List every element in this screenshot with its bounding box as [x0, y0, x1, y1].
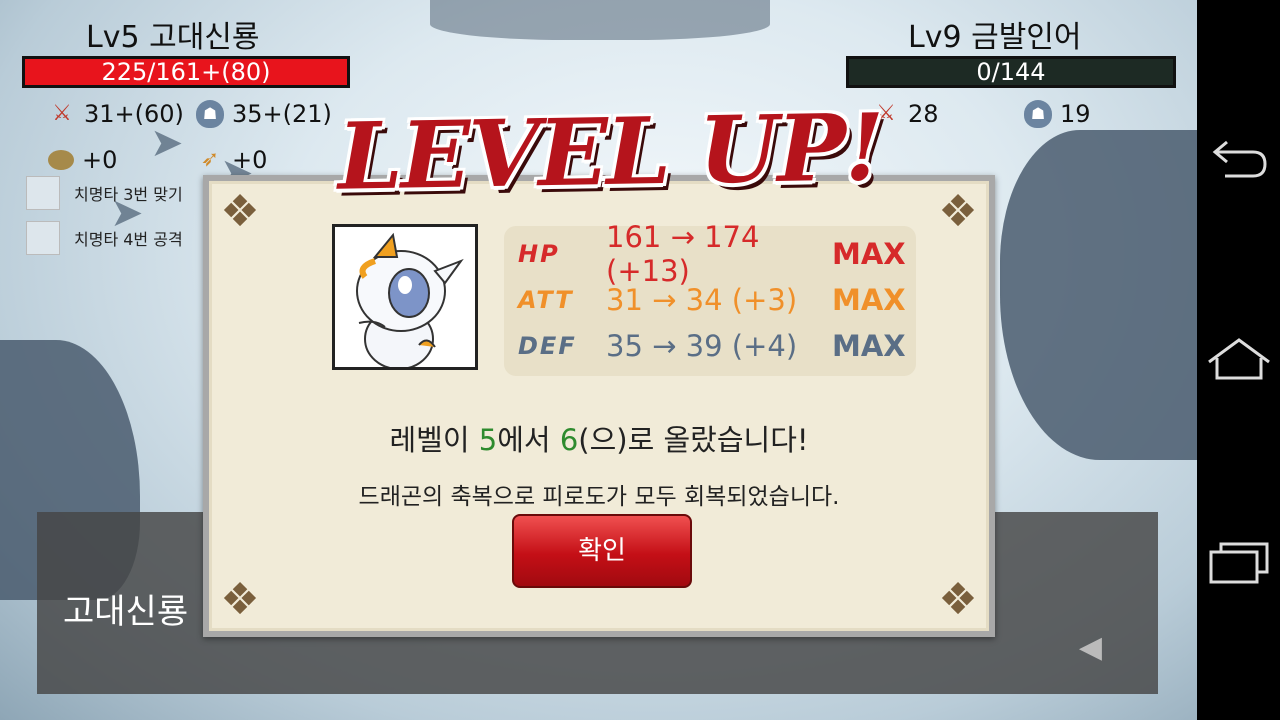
player-feather: ➶ +0: [196, 146, 268, 174]
level-message-suffix: (으)로 올랐습니다!: [578, 423, 809, 457]
skill-checkbox[interactable]: [26, 176, 60, 210]
skill-label: 치명타 4번 공격: [74, 230, 183, 249]
player-hp-bar: 225/161+(80): [22, 56, 350, 88]
stat-max: MAX: [832, 283, 906, 317]
stat-change-box: HP 161 → 174 (+13) MAX ATT 31 → 34 (+3) …: [504, 220, 916, 376]
level-up-title: LEVEL UP!: [336, 93, 884, 211]
player-attack: ⚔ 31+(60): [48, 100, 184, 128]
stat-row-hp: HP 161 → 174 (+13) MAX: [518, 220, 908, 288]
enemy-defense: ☗ 19: [1024, 100, 1091, 128]
skill-option[interactable]: 치명타 4번 공격: [26, 221, 183, 255]
enemy-hp-bar: 0/144: [846, 56, 1176, 88]
ornament-icon: ❖: [220, 186, 260, 237]
skill-label: 치명타 3번 맞기: [74, 185, 183, 204]
shield-icon: ☗: [1024, 100, 1052, 128]
to-level: 6: [559, 423, 579, 457]
confirm-button[interactable]: 확인: [512, 514, 692, 588]
sword-icon: ⚔: [52, 101, 72, 126]
level-up-dialog: ❖ ❖ ❖ ❖ HP 161 → 174 (+13) MAX ATT 31 → …: [203, 175, 995, 637]
background-rock: [1000, 130, 1197, 460]
recents-icon: [1209, 542, 1268, 584]
player-feather-value: +0: [232, 146, 268, 174]
player-hp-text: 225/161+(80): [101, 58, 271, 86]
enemy-hp-text: 0/144: [976, 58, 1046, 86]
skill-option[interactable]: 치명타 3번 맞기: [26, 176, 183, 210]
stat-change: 31 → 34 (+3): [606, 283, 798, 317]
player-seed-value: +0: [82, 146, 118, 174]
stat-change: 35 → 39 (+4): [606, 329, 798, 363]
player-defense-value: 35+(21): [232, 100, 332, 128]
seed-icon: [48, 150, 74, 170]
stat-row-def: DEF 35 → 39 (+4) MAX: [518, 326, 908, 366]
player-attack-value: 31+(60): [84, 100, 184, 128]
bottom-panel-name: 고대신룡: [63, 592, 189, 632]
shield-icon: ☗: [196, 100, 224, 128]
skill-checkbox[interactable]: [26, 221, 60, 255]
level-message-prefix: 레벨이: [389, 423, 479, 457]
fatigue-message: 드래곤의 축복으로 피로도가 모두 회복되었습니다.: [358, 484, 840, 510]
player-name: Lv5 고대신룡: [86, 20, 260, 55]
player-defense: ☗ 35+(21): [196, 100, 332, 128]
from-level: 5: [478, 423, 498, 457]
stat-label: DEF: [518, 332, 577, 360]
stat-label: ATT: [518, 286, 574, 314]
level-message-middle: 에서: [497, 423, 560, 457]
prev-arrow-icon[interactable]: ◀: [1079, 630, 1102, 665]
ornament-icon: ❖: [938, 574, 978, 625]
enemy-name: Lv9 금발인어: [908, 20, 1082, 55]
player-seed: +0: [48, 146, 117, 174]
dragon-portrait: [332, 224, 478, 370]
stat-max: MAX: [832, 329, 906, 363]
stat-label: HP: [518, 240, 560, 268]
enemy-attack-value: 28: [908, 100, 939, 128]
stat-max: MAX: [832, 237, 906, 271]
enemy-defense-value: 19: [1060, 100, 1091, 128]
ornament-icon: ❖: [938, 186, 978, 237]
feather-icon: ➶: [200, 147, 220, 172]
back-icon: [1212, 140, 1267, 178]
navigation-bar: [1197, 0, 1280, 720]
background-rock: [430, 0, 770, 40]
game-stage: ➤ ➤ ➤ Lv5 고대신룡 225/161+(80) ⚔ 31+(60) ☗ …: [0, 0, 1197, 720]
home-button[interactable]: [1197, 334, 1280, 390]
home-icon: [1207, 338, 1270, 380]
stat-row-att: ATT 31 → 34 (+3) MAX: [518, 280, 908, 320]
level-message: 레벨이 5에서 6(으)로 올랐습니다!: [209, 417, 989, 459]
back-button[interactable]: [1197, 128, 1280, 188]
recents-button[interactable]: [1197, 538, 1280, 590]
ornament-icon: ❖: [220, 574, 260, 625]
dragon-icon: [356, 232, 464, 367]
stat-change: 161 → 174 (+13): [606, 220, 760, 288]
